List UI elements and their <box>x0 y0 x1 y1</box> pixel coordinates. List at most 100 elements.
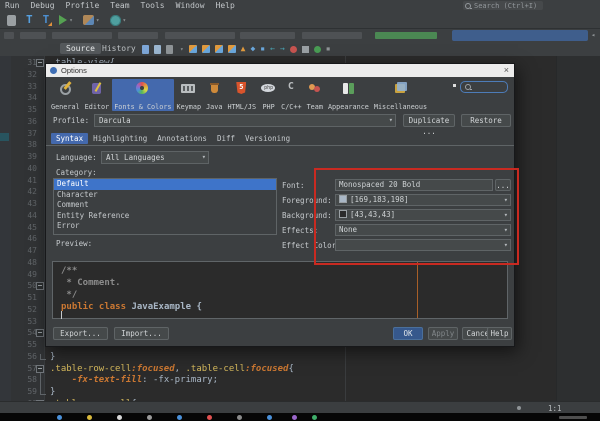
options-tab-c-c-[interactable]: C/C++ <box>279 79 303 111</box>
menu-item-tools[interactable]: Tools <box>141 0 165 12</box>
options-tab-team[interactable]: Team <box>305 79 325 111</box>
menu-item-debug[interactable]: Debug <box>30 0 54 12</box>
category-item[interactable]: Default <box>54 179 276 190</box>
help-button[interactable]: Help <box>487 327 512 340</box>
taskbar-app-1-icon[interactable] <box>57 415 62 420</box>
tab-blob-2[interactable] <box>52 32 112 39</box>
foreground-field[interactable]: [169,183,198]▾ <box>335 194 511 206</box>
select-in-icon[interactable]: ▪ <box>260 42 265 56</box>
options-tab-html-js[interactable]: HTML/JS <box>225 79 258 111</box>
taskbar-app-9-icon[interactable] <box>292 415 297 420</box>
taskbar-app-4-icon[interactable] <box>147 415 152 420</box>
tab-blob-5[interactable] <box>240 32 295 39</box>
subtab-highlighting[interactable]: Highlighting <box>88 133 152 144</box>
bookmark-icon[interactable]: ▲ <box>241 42 246 56</box>
taskbar-app-10-icon[interactable] <box>312 415 317 420</box>
category-item[interactable]: Character <box>54 190 276 201</box>
build-project-icon[interactable]: ▾ <box>83 15 100 25</box>
language-select[interactable]: All Languages ▾ <box>101 151 209 164</box>
web-globe-icon[interactable]: ▾ <box>110 15 127 26</box>
diff-first-icon[interactable] <box>189 45 197 53</box>
diff-prev-icon[interactable] <box>202 45 210 53</box>
taskbar-app-2-icon[interactable] <box>87 415 92 420</box>
menu-item-profile[interactable]: Profile <box>66 0 100 12</box>
more-icon[interactable]: ▪ <box>326 42 331 56</box>
run-file-icon[interactable] <box>314 46 321 53</box>
category-item[interactable]: Entity Reference <box>54 211 276 222</box>
menu-item-window[interactable]: Window <box>176 0 205 12</box>
type-tool-icon[interactable]: T <box>26 14 33 26</box>
tab-blob-0[interactable] <box>4 32 14 39</box>
taskbar-app-5-icon[interactable] <box>177 415 182 420</box>
document-menu-icon[interactable] <box>166 45 173 54</box>
tab-modified-file[interactable] <box>375 32 437 39</box>
taskbar-app-6-icon[interactable] <box>207 415 212 420</box>
category-item[interactable]: Comment <box>54 200 276 211</box>
next-document-icon[interactable] <box>154 45 161 54</box>
tab-blob-3[interactable] <box>118 32 158 39</box>
menu-item-help[interactable]: Help <box>216 0 235 12</box>
tab-scroll-left-icon[interactable]: ◂ <box>591 31 595 39</box>
close-icon[interactable]: × <box>504 64 509 77</box>
tab-blob-6[interactable] <box>302 32 362 39</box>
back-icon[interactable]: ← <box>270 42 275 56</box>
apply-button[interactable]: Apply <box>428 327 458 340</box>
source-view-button[interactable]: Source <box>60 43 101 54</box>
find-usages-icon[interactable]: ◆ <box>250 42 255 56</box>
menu-item-run[interactable]: Run <box>5 0 19 12</box>
background-field[interactable]: [43,43,43]▾ <box>335 209 511 221</box>
effects-field[interactable]: None▾ <box>335 224 511 236</box>
type-tool-add-icon[interactable]: T <box>43 14 50 26</box>
font-field[interactable]: Monospaced 20 Bold <box>335 179 493 191</box>
category-item[interactable]: Error <box>54 221 276 232</box>
options-search-input[interactable] <box>460 81 508 93</box>
category-list[interactable]: DefaultCharacterCommentEntity ReferenceE… <box>53 178 277 235</box>
effect-color-field[interactable]: ▾ <box>335 239 511 251</box>
options-tab-miscellaneous[interactable]: Miscellaneous <box>372 79 429 111</box>
options-tab-appearance[interactable]: Appearance <box>326 79 371 111</box>
subtab-syntax[interactable]: Syntax <box>51 133 88 144</box>
options-tab-fonts-colors[interactable]: Fonts & Colors <box>112 79 173 111</box>
options-tab-editor[interactable]: Editor <box>83 79 112 111</box>
fold-marker-icon[interactable] <box>36 365 44 373</box>
taskbar-app-3-icon[interactable] <box>117 415 122 420</box>
quick-search-input[interactable]: Search (Ctrl+I) <box>463 1 543 10</box>
tab-blob-4[interactable] <box>165 32 235 39</box>
run-icon[interactable]: ▾ <box>59 15 73 25</box>
forward-icon[interactable]: → <box>280 42 285 56</box>
history-view-button[interactable]: History <box>102 43 136 54</box>
profile-select[interactable]: Darcula ▾ <box>94 114 396 127</box>
import-button[interactable]: Import... <box>114 327 169 340</box>
duplicate-button[interactable]: Duplicate ... <box>403 114 455 127</box>
dialog-title-bar[interactable]: Options × <box>46 64 514 77</box>
stop-macro-icon[interactable] <box>302 46 309 53</box>
fold-marker-icon[interactable] <box>36 329 44 337</box>
restore-button[interactable]: Restore <box>461 114 511 127</box>
options-tab-keymap[interactable]: Keymap <box>175 79 204 111</box>
diff-next-icon[interactable] <box>215 45 223 53</box>
font-chooser-button[interactable]: ... <box>495 179 511 191</box>
subtab-diff[interactable]: Diff <box>212 133 240 144</box>
tab-blob-1[interactable] <box>20 32 46 39</box>
subtab-annotations[interactable]: Annotations <box>152 133 212 144</box>
options-tab-java[interactable]: Java <box>204 79 224 111</box>
taskbar-app-8-icon[interactable] <box>267 415 272 420</box>
menu-item-team[interactable]: Team <box>110 0 129 12</box>
previous-document-icon[interactable] <box>142 45 149 54</box>
scrollbar-track[interactable] <box>556 56 600 401</box>
fold-marker-icon[interactable] <box>36 59 44 67</box>
fold-marker-icon[interactable] <box>36 282 44 290</box>
tab-active-file[interactable] <box>452 30 588 41</box>
file-icon[interactable] <box>7 15 16 26</box>
line-number: 43 <box>11 198 37 210</box>
record-macro-icon[interactable] <box>290 46 297 53</box>
export-button[interactable]: Export... <box>53 327 108 340</box>
options-tab-general[interactable]: General <box>49 79 82 111</box>
ok-button[interactable]: OK <box>393 327 423 340</box>
preview-pane[interactable]: /** * Comment. */public class JavaExampl… <box>52 261 508 319</box>
diff-last-icon[interactable] <box>228 45 236 53</box>
subtab-versioning[interactable]: Versioning <box>240 133 295 144</box>
code-line: .table-row-cell:focused, .table-cell:foc… <box>50 363 294 375</box>
options-tab-php[interactable]: PHP <box>259 79 278 111</box>
taskbar-app-7-icon[interactable] <box>237 415 242 420</box>
